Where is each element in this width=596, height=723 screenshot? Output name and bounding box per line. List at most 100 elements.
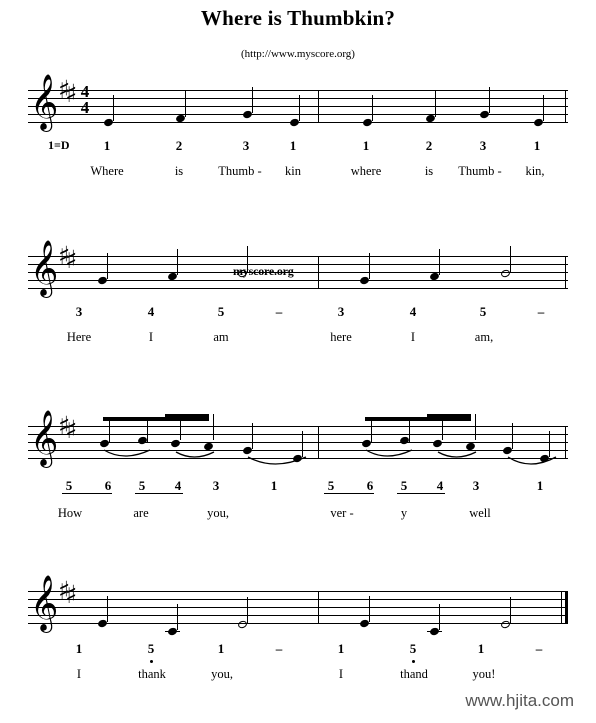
jianpu-digit: 1 (217, 641, 225, 656)
jianpu-digit: 2 (425, 138, 433, 153)
jianpu-numbers-4: 1 5 1 – 1 5 1 – (0, 641, 596, 663)
jianpu-number: – (268, 304, 290, 320)
lyrics-2: Here I am here I am, (0, 330, 596, 350)
jianpu-digit: 5 (400, 478, 408, 493)
jianpu-digit: 3 (472, 478, 480, 493)
jianpu-number: 1 (96, 138, 118, 154)
jianpu-number: 1 (68, 641, 90, 657)
jianpu-digit: 5 (410, 641, 416, 663)
lyric-syllable: Here (66, 330, 92, 344)
jianpu-duration-underline (62, 493, 112, 494)
note-stem (212, 414, 214, 440)
time-signature: 4 4 (77, 83, 93, 117)
barline (318, 591, 319, 624)
note-stem (548, 431, 550, 457)
lyric-syllable: here (330, 330, 352, 344)
note-stem (438, 604, 440, 630)
jianpu-number: 5 (58, 478, 80, 494)
jianpu-number: 5 (131, 478, 153, 494)
jianpu-numbers-1: 1=D 1 2 3 1 1 2 3 1 (0, 138, 596, 158)
jianpu-numbers-2: 3 4 5 – 3 4 5 – (0, 304, 596, 324)
staff-line (28, 607, 568, 608)
jianpu-digit: 5 (148, 641, 154, 663)
lyric-syllable: you, (207, 506, 229, 520)
lyric-syllable: ver - (330, 506, 354, 520)
lyric-syllable: are (133, 506, 149, 520)
staff-system-4: 𝄞 ♯ ♯ 1 5 1 – 1 5 1 – I thank you, I tha… (0, 578, 596, 703)
note-stem (509, 597, 511, 623)
key-label: 1=D (48, 138, 70, 152)
staff-2: 𝄞 ♯ ♯ myscore.org (28, 243, 568, 292)
treble-clef-icon: 𝄞 (30, 240, 59, 296)
lyric-syllable: you! (472, 667, 496, 681)
lyric-syllable: How (57, 506, 83, 520)
jianpu-number: 5 (393, 478, 415, 494)
jianpu-digit: – (537, 304, 545, 319)
staff-line (28, 623, 568, 624)
lyric-syllable: kin (285, 164, 301, 178)
jianpu-digit: 3 (212, 478, 220, 493)
jianpu-number: 4 (167, 478, 189, 494)
jianpu-digit: 1 (289, 138, 297, 153)
lyric-syllable: is (424, 164, 434, 178)
jianpu-digit: – (275, 641, 283, 656)
staff-system-2: 𝄞 ♯ ♯ myscore.org 3 4 5 – 3 4 5 – Here I… (0, 243, 596, 368)
page-title: Where is Thumbkin? (200, 6, 396, 30)
jianpu-duration-underline (135, 493, 183, 494)
staff-line (28, 90, 568, 91)
lyric-syllable: I (76, 667, 82, 681)
note-stem (251, 423, 253, 449)
note-stem (368, 253, 370, 279)
jianpu-duration-underline (324, 493, 374, 494)
barline (318, 256, 319, 289)
lyric-syllable: well (469, 506, 491, 520)
jianpu-number: 6 (97, 478, 119, 494)
notehead (432, 438, 443, 449)
note-stem (368, 596, 370, 622)
time-signature-bottom: 4 (80, 98, 90, 117)
jianpu-digit: 4 (147, 304, 155, 319)
staff-line (28, 256, 568, 257)
jianpu-number: 1 (282, 138, 304, 154)
lyric-syllable: thand (400, 667, 428, 681)
jianpu-digit: 4 (174, 478, 182, 493)
note-stem (112, 95, 114, 121)
final-barline (561, 591, 562, 624)
jianpu-number: – (530, 304, 552, 320)
jianpu-digit: 3 (337, 304, 345, 319)
jianpu-digit: 6 (104, 478, 112, 493)
note-stem (511, 423, 513, 449)
lyric-syllable: y (400, 506, 408, 520)
jianpu-digit: 5 (479, 304, 487, 319)
jianpu-number: 5 (320, 478, 342, 494)
page-subtitle: (http://www.myscore.org) (241, 48, 355, 60)
note-stem (179, 414, 181, 440)
lyric-syllable: is (174, 164, 184, 178)
jianpu-digit: 1 (536, 478, 544, 493)
jianpu-number: 5 (140, 641, 162, 663)
jianpu-number: 1 (470, 641, 492, 657)
lyric-syllable: Where (90, 164, 124, 178)
note-stem (246, 597, 248, 623)
sharp-icon: ♯ (65, 415, 78, 444)
jianpu-number: 2 (168, 138, 190, 154)
jianpu-digit: 1 (477, 641, 485, 656)
jianpu-number: 5 (472, 304, 494, 320)
staff-line (28, 591, 568, 592)
note-stem (106, 596, 108, 622)
note-stem (184, 91, 186, 117)
staff-4: 𝄞 ♯ ♯ (28, 578, 568, 637)
staff-line (28, 615, 568, 616)
jianpu-number: 3 (330, 304, 352, 320)
jianpu-digit: 1 (103, 138, 111, 153)
lyric-syllable: I (410, 330, 416, 344)
jianpu-digit: 4 (409, 304, 417, 319)
staff-3: 𝄞 ♯ ♯ (28, 413, 568, 465)
jianpu-number: 1 (529, 478, 551, 494)
staff-line (28, 272, 568, 273)
treble-clef-icon: 𝄞 (30, 575, 59, 631)
staff-system-1: 𝄞 ♯ ♯ 4 4 1=D 1 2 3 1 1 2 3 1 Where is T… (0, 77, 596, 202)
barline (565, 256, 566, 289)
jianpu-digit: 1 (533, 138, 541, 153)
note-stem (408, 417, 410, 443)
